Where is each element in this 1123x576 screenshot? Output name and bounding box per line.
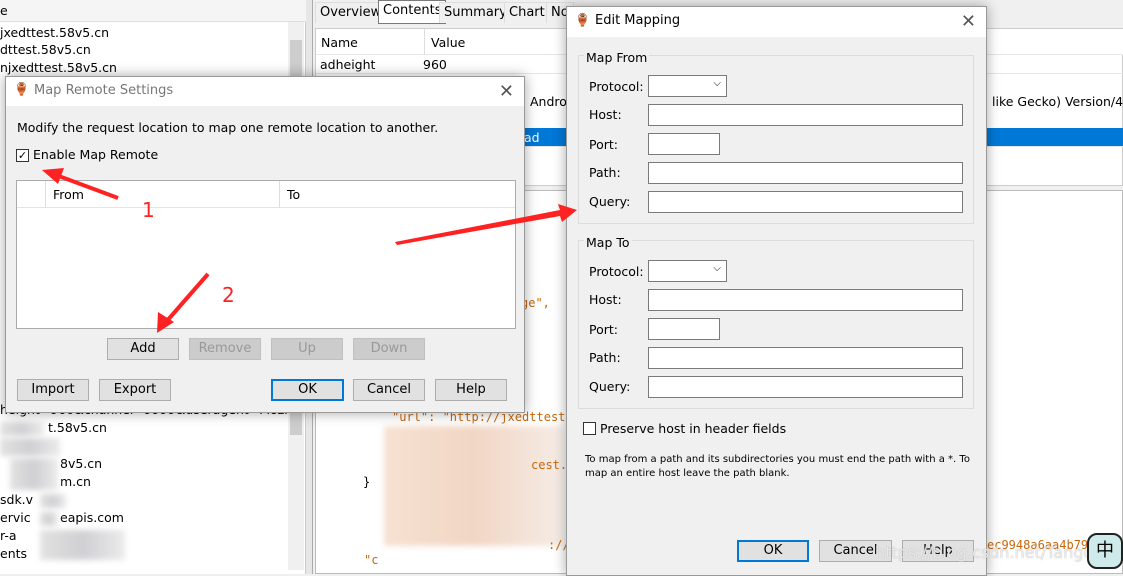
annotation-arrows <box>42 168 577 333</box>
arrow-head <box>42 168 64 184</box>
arrow-2 <box>164 272 210 324</box>
annotation-2: 2 <box>222 283 235 307</box>
annotation-1: 1 <box>142 198 155 222</box>
arrow-3 <box>395 204 577 245</box>
arrow-1 <box>55 173 119 200</box>
